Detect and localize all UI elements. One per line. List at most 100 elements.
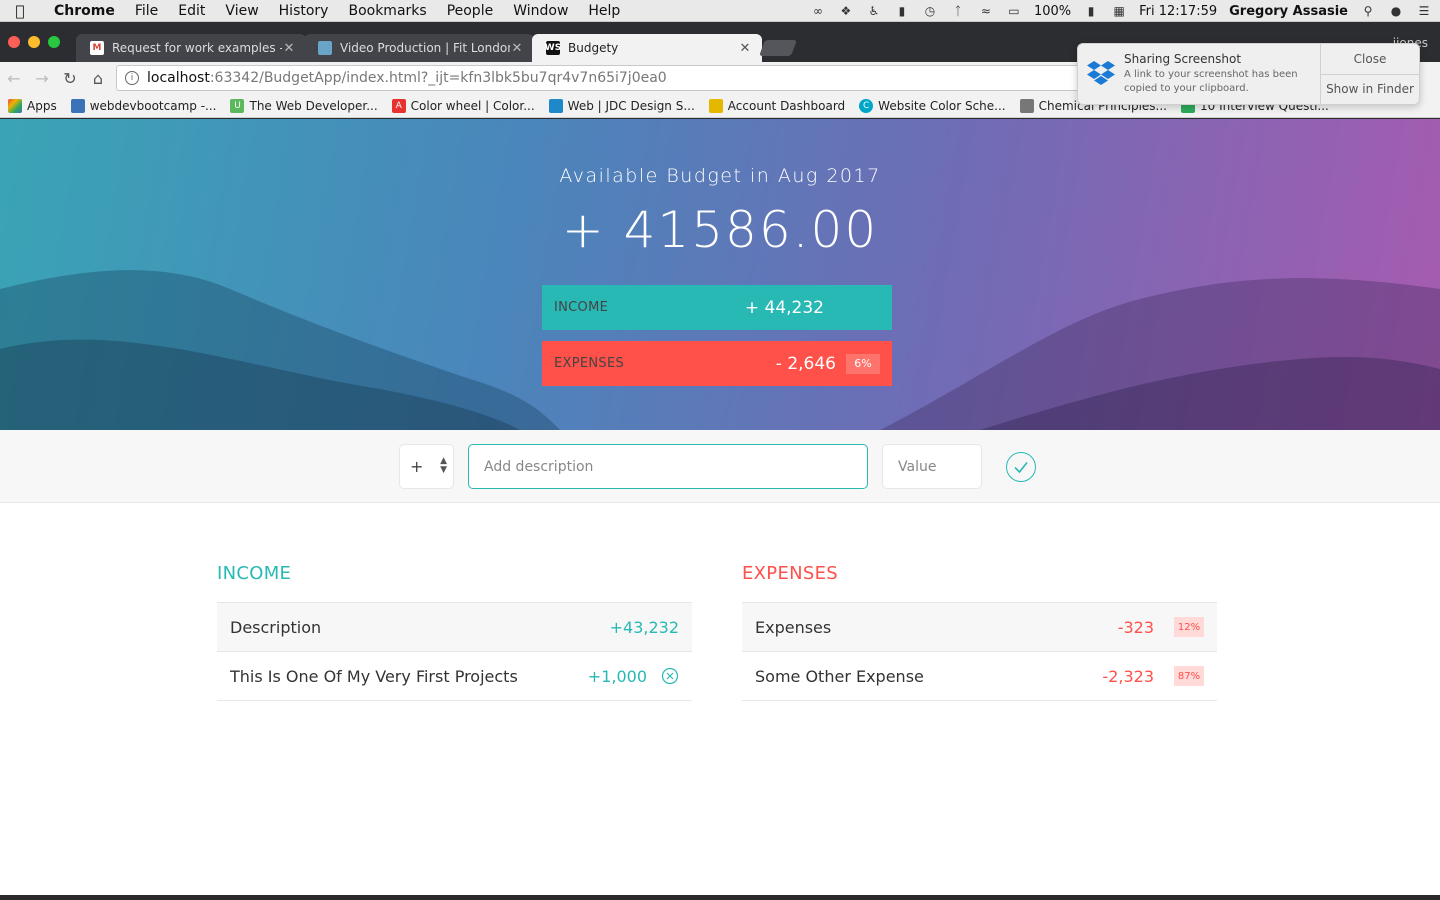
window-zoom-button[interactable] xyxy=(48,36,60,48)
reload-icon[interactable]: ↻ xyxy=(56,69,84,88)
spotlight-search-icon[interactable]: ⚲ xyxy=(1360,4,1376,18)
add-value-input[interactable] xyxy=(882,444,982,489)
budget-income-value: + 44,232 xyxy=(744,297,824,318)
add-description-input[interactable] xyxy=(468,444,868,489)
bluetooth-icon[interactable]: ᛏ xyxy=(950,4,966,18)
expense-item-percentage: 12% xyxy=(1174,617,1204,637)
expense-row: Expenses -323 12% xyxy=(742,603,1217,652)
wifi-icon[interactable]: ≈ xyxy=(978,4,994,18)
budget-expenses-value: - 2,646 xyxy=(775,353,836,374)
gmail-icon: M xyxy=(90,41,104,55)
expense-item-value: -323 xyxy=(1117,617,1154,637)
menu-clock[interactable]: Fri 12:17:59 xyxy=(1139,4,1217,19)
budget-title: Available Budget in Aug 2017 xyxy=(559,165,881,187)
dropbox-notification: Sharing Screenshot A link to your screen… xyxy=(1077,43,1420,105)
apps-grid-icon xyxy=(8,98,22,113)
notification-text: Sharing Screenshot A link to your screen… xyxy=(1124,44,1320,104)
notification-title: Sharing Screenshot xyxy=(1124,52,1242,66)
dropbox-status-icon[interactable]: ❖ xyxy=(838,4,854,18)
budget-expenses-percentage: 6% xyxy=(846,353,880,374)
budget-app: Available Budget in Aug 2017 + 41586.00 … xyxy=(0,119,1440,895)
menu-history[interactable]: History xyxy=(269,3,339,19)
window-close-button[interactable] xyxy=(8,36,20,48)
tab-close-icon[interactable]: ✕ xyxy=(510,41,524,56)
accessibility-icon[interactable]: ♿ xyxy=(866,4,882,18)
menu-window[interactable]: Window xyxy=(503,3,578,19)
bookmark-apps[interactable]: Apps xyxy=(8,98,57,113)
tab-video-production[interactable]: Video Production | Fit Londone ✕ xyxy=(304,34,534,62)
forward-arrow-icon[interactable]: → xyxy=(28,69,56,88)
bookmark-favicon-icon: C xyxy=(859,98,874,113)
battery-icon[interactable]: ▮ xyxy=(1083,4,1099,18)
window-minimize-button[interactable] xyxy=(28,36,40,48)
menu-edit[interactable]: Edit xyxy=(168,3,215,19)
menu-bookmarks[interactable]: Bookmarks xyxy=(338,3,436,19)
menu-view[interactable]: View xyxy=(215,3,268,19)
income-item-value: +43,232 xyxy=(609,617,679,637)
income-item-description: Description xyxy=(230,617,322,637)
income-list: INCOME Description +43,232 This Is One O… xyxy=(217,563,692,701)
new-tab-button[interactable] xyxy=(759,40,797,56)
dropbox-logo-icon xyxy=(1078,44,1124,104)
tab-title: Request for work examples - G xyxy=(112,41,282,55)
budget-header: Available Budget in Aug 2017 + 41586.00 … xyxy=(0,119,1440,430)
tab-close-icon[interactable]: ✕ xyxy=(282,41,296,56)
select-arrows-icon: ▲ ▼ xyxy=(440,456,447,475)
bookmark-account-dashboard[interactable]: Account Dashboard xyxy=(708,98,846,113)
time-machine-icon[interactable]: ◷ xyxy=(922,4,938,18)
bookmark-label: Apps xyxy=(27,98,57,113)
creative-cloud-icon[interactable]: ∞ xyxy=(810,4,826,18)
url-host: localhost xyxy=(147,70,210,86)
input-menu-icon[interactable]: ▦ xyxy=(1111,4,1127,18)
site-info-icon[interactable]: i xyxy=(125,71,139,85)
menu-user-name[interactable]: Gregory Assasie xyxy=(1229,4,1348,19)
home-icon[interactable]: ⌂ xyxy=(84,69,112,88)
menu-people[interactable]: People xyxy=(437,3,504,19)
bookmark-website-color-schemes[interactable]: C Website Color Sche... xyxy=(859,98,1006,113)
url-path: :63342/BudgetApp/index.html?_ijt=kfn3lbk… xyxy=(209,70,667,86)
airplay-icon[interactable]: ▭ xyxy=(1006,4,1022,18)
add-item-button[interactable] xyxy=(1006,452,1036,482)
bookmark-label: webdevbootcamp -... xyxy=(89,98,217,113)
checkmark-icon xyxy=(1014,462,1028,474)
notification-body: A link to your screenshot has been copie… xyxy=(1124,69,1298,94)
tab-close-icon[interactable]: ✕ xyxy=(738,41,752,56)
notification-show-in-finder-button[interactable]: Show in Finder xyxy=(1321,73,1419,105)
close-circle-icon xyxy=(661,667,679,685)
expenses-list: EXPENSES Expenses -323 12% Some Other Ex… xyxy=(742,563,1217,701)
adobe-icon: A xyxy=(391,98,406,113)
income-item-value: +1,000 xyxy=(587,666,647,686)
delete-item-button[interactable] xyxy=(657,667,679,685)
add-type-select[interactable]: + ▲ ▼ xyxy=(399,444,454,489)
bookmark-favicon-icon xyxy=(70,98,85,113)
siri-icon[interactable]: ● xyxy=(1388,4,1404,18)
budget-income-label: INCOME xyxy=(554,300,609,315)
budget-expenses-summary: EXPENSES - 2,646 6% xyxy=(542,341,892,386)
expense-item-percentage: 87% xyxy=(1174,666,1204,686)
menu-file[interactable]: File xyxy=(125,3,168,19)
apple-menu-icon[interactable]:  xyxy=(0,2,40,20)
tab-budgety[interactable]: WS Budgety ✕ xyxy=(532,34,762,62)
tab-gmail[interactable]: M Request for work examples - G ✕ xyxy=(76,34,306,62)
income-list-title: INCOME xyxy=(217,563,692,603)
webstorm-icon: WS xyxy=(544,41,562,55)
window-manager-icon[interactable]: ▮ xyxy=(894,4,910,18)
menu-help[interactable]: Help xyxy=(578,3,630,19)
notification-center-icon[interactable]: ☰ xyxy=(1416,4,1432,18)
bookmark-jdc-design[interactable]: Web | JDC Design S... xyxy=(548,98,695,113)
bookmark-label: Web | JDC Design S... xyxy=(567,98,695,113)
bookmark-label: Account Dashboard xyxy=(727,98,846,113)
menu-app-name[interactable]: Chrome xyxy=(40,3,125,19)
income-row: Description +43,232 xyxy=(217,603,692,652)
expense-item-value: -2,323 xyxy=(1102,666,1154,686)
bookmark-label: Website Color Sche... xyxy=(878,98,1006,113)
tab-title: Video Production | Fit Londone xyxy=(340,41,510,55)
notification-close-button[interactable]: Close xyxy=(1321,44,1419,74)
bookmark-color-wheel[interactable]: A Color wheel | Color... xyxy=(391,98,535,113)
bookmark-webdevbootcamp[interactable]: webdevbootcamp -... xyxy=(70,98,217,113)
back-arrow-icon[interactable]: ← xyxy=(0,69,28,88)
expense-row: Some Other Expense -2,323 87% xyxy=(742,652,1217,701)
bookmark-web-developer[interactable]: U The Web Developer... xyxy=(230,98,378,113)
macos-menu-bar:  Chrome File Edit View History Bookmark… xyxy=(0,0,1440,22)
budget-expenses-label: EXPENSES xyxy=(554,356,625,371)
